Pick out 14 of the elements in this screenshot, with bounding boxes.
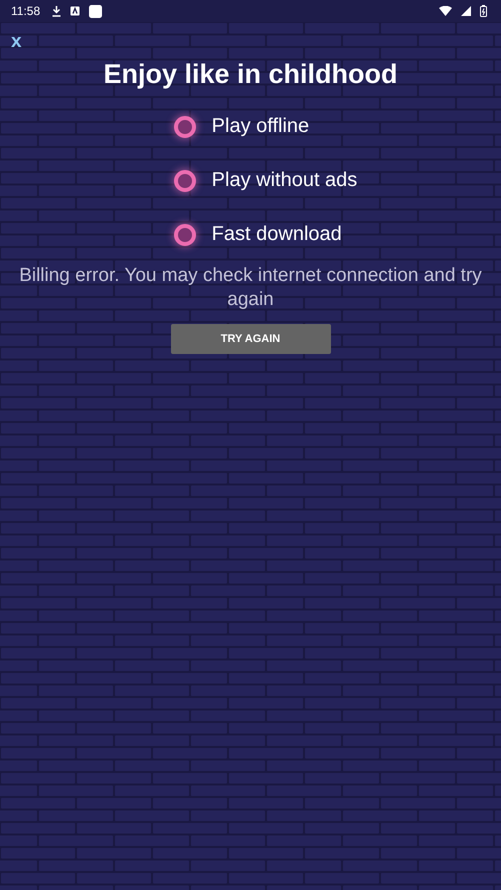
try-again-button[interactable]: TRY AGAIN <box>170 324 330 354</box>
battery-icon <box>480 5 487 17</box>
notification-icon <box>70 6 80 16</box>
feature-label: Play without ads <box>212 169 358 192</box>
error-message: Billing error. You may check internet connection and try again <box>18 264 483 312</box>
close-button[interactable]: x <box>9 32 24 52</box>
feature-label: Fast download <box>212 223 342 246</box>
feature-label: Play offline <box>212 115 310 138</box>
signal-icon <box>461 6 471 16</box>
title: Enjoy like in childhood <box>103 58 398 90</box>
wifi-icon <box>439 6 452 16</box>
app-icon <box>89 4 102 18</box>
download-icon <box>52 6 62 16</box>
status-time: 11:58 <box>11 4 40 18</box>
